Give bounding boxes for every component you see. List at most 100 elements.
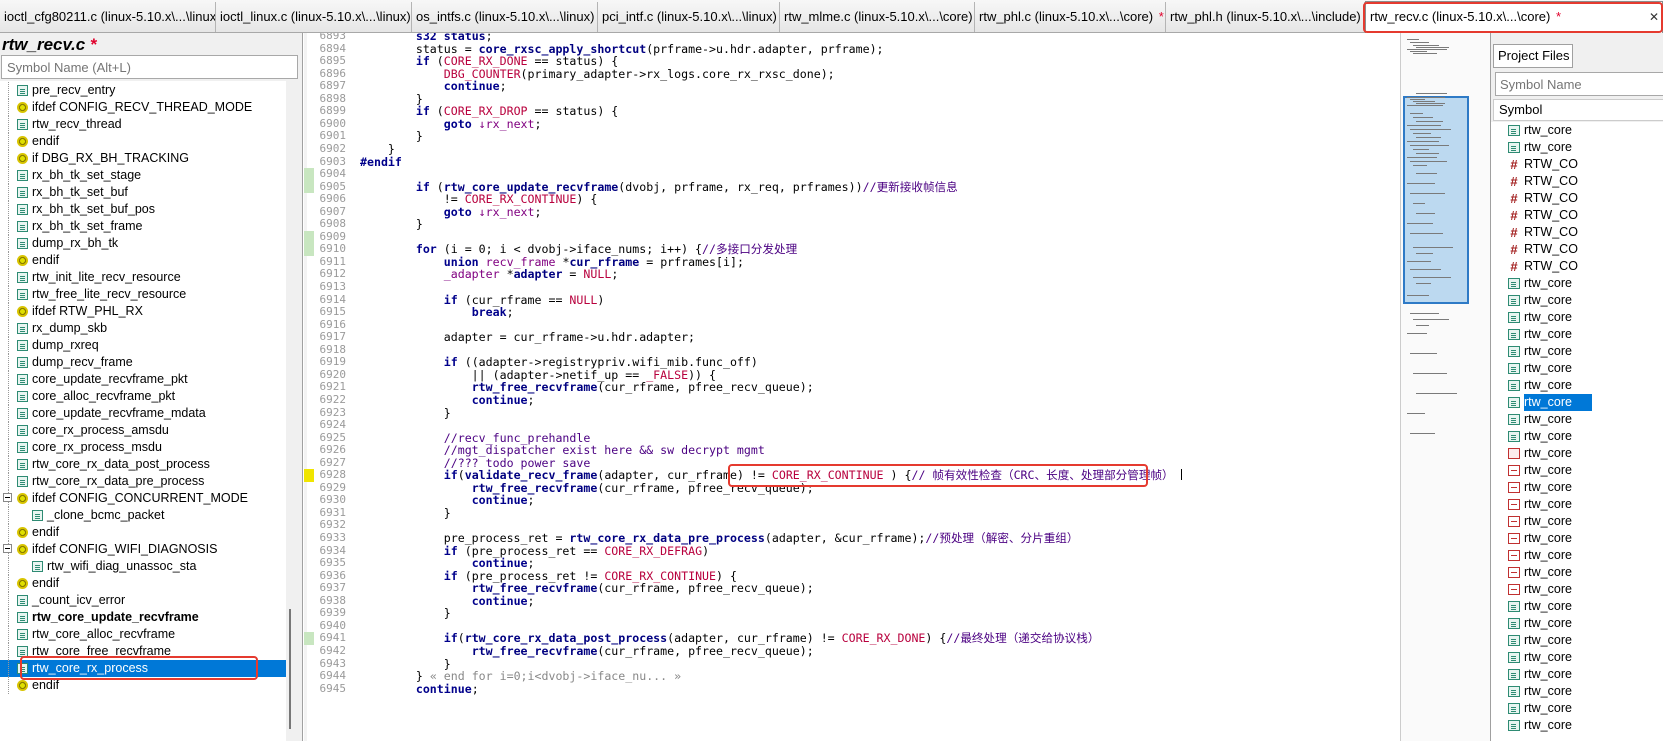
code-line[interactable]: continue; [360, 394, 535, 407]
code-line[interactable]: break; [360, 306, 514, 319]
file-tab-7[interactable]: rtw_phl.h (linux-5.10.x\...\include) [1166, 2, 1365, 32]
symbol-item[interactable]: ifdef CONFIG_WIFI_DIAGNOSIS [0, 541, 286, 558]
symbol-item[interactable]: endif [0, 133, 286, 150]
symbol-item[interactable]: endif [0, 575, 286, 592]
symbol-item[interactable]: dump_rxreq [0, 337, 286, 354]
project-symbol-item[interactable]: rtw_core [1491, 564, 1663, 581]
symbol-item[interactable]: rx_dump_skb [0, 320, 286, 337]
project-symbol-search-input[interactable] [1495, 72, 1663, 96]
symbol-search-input[interactable] [1, 55, 298, 79]
project-symbol-item[interactable]: rtw_core [1491, 394, 1663, 411]
symbol-item[interactable]: rtw_wifi_diag_unassoc_sta [0, 558, 286, 575]
code-line[interactable]: } [360, 607, 451, 620]
file-tab-2[interactable]: ioctl_linux.c (linux-5.10.x\...\linux) [216, 2, 412, 32]
tab-project-files[interactable]: Project Files [1493, 44, 1573, 68]
symbol-item[interactable]: dump_recv_frame [0, 354, 286, 371]
project-symbol-item[interactable]: rtw_core [1491, 411, 1663, 428]
symbol-item[interactable]: endif [0, 677, 286, 694]
symbol-item[interactable]: rtw_core_alloc_recvframe [0, 626, 286, 643]
project-symbol-item[interactable]: rtw_core [1491, 139, 1663, 156]
file-tab-8[interactable]: rtw_recv.c (linux-5.10.x\...\core) * ✕ [1365, 1, 1663, 33]
symbol-item[interactable]: _clone_bcmc_packet [0, 507, 286, 524]
project-symbol-item[interactable]: # RTW_CO [1491, 224, 1663, 241]
project-symbol-item[interactable]: rtw_core [1491, 122, 1663, 139]
symbol-list-scrollbar[interactable] [287, 81, 302, 741]
symbol-item[interactable]: if DBG_RX_BH_TRACKING [0, 150, 286, 167]
code-line[interactable]: pre_process_ret = rtw_core_rx_data_pre_p… [360, 532, 1079, 545]
symbol-item[interactable]: ifdef CONFIG_CONCURRENT_MODE [0, 490, 286, 507]
code-line[interactable]: continue; [360, 682, 479, 696]
symbol-item[interactable]: rtw_core_free_recvframe [0, 643, 286, 660]
symbol-item[interactable]: rx_bh_tk_set_buf_pos [0, 201, 286, 218]
project-symbol-item[interactable]: rtw_core [1491, 547, 1663, 564]
code-line[interactable]: } [360, 406, 451, 420]
code-line[interactable]: if ((adapter->registrypriv.wifi_mib.func… [360, 356, 758, 369]
project-symbol-item[interactable]: rtw_core [1491, 292, 1663, 309]
symbol-item[interactable]: rx_bh_tk_set_buf [0, 184, 286, 201]
project-symbol-item[interactable]: rtw_core [1491, 343, 1663, 360]
project-symbol-item[interactable]: rtw_core [1491, 496, 1663, 513]
project-symbol-item[interactable]: # RTW_CO [1491, 190, 1663, 207]
symbol-item[interactable]: rtw_core_rx_data_post_process [0, 456, 286, 473]
symbol-item[interactable]: endif [0, 252, 286, 269]
project-symbol-item[interactable]: rtw_core [1491, 700, 1663, 717]
code-line[interactable]: } [360, 507, 451, 520]
symbol-item[interactable]: rx_bh_tk_set_stage [0, 167, 286, 184]
project-symbol-item[interactable]: rtw_core [1491, 649, 1663, 666]
project-symbol-item[interactable]: rtw_core [1491, 326, 1663, 343]
code-line[interactable]: } « end for i=0;i<dvobj->iface_nu... » [360, 670, 681, 683]
code-line[interactable]: rtw_free_recvframe(cur_rframe, pfree_rec… [360, 645, 814, 658]
code-line[interactable]: continue; [360, 494, 535, 507]
symbol-item[interactable]: rtw_core_rx_process [0, 660, 286, 677]
symbol-item[interactable]: core_rx_process_amsdu [0, 422, 286, 439]
project-symbol-item[interactable]: rtw_core [1491, 275, 1663, 292]
scrollbar-thumb[interactable] [289, 609, 291, 729]
project-symbol-item[interactable]: rtw_core [1491, 309, 1663, 326]
code-line[interactable]: adapter = cur_rframe->u.hdr.adapter; [360, 331, 695, 344]
code-line[interactable]: continue; [360, 80, 507, 93]
symbol-item[interactable]: core_alloc_recvframe_pkt [0, 388, 286, 405]
project-symbol-item[interactable]: rtw_core [1491, 513, 1663, 530]
code-line[interactable]: rtw_free_recvframe(cur_rframe, pfree_rec… [360, 582, 814, 595]
file-tab-3[interactable]: os_intfs.c (linux-5.10.x\...\linux) [412, 2, 598, 32]
code-line[interactable]: _adapter *adapter = NULL; [360, 268, 619, 281]
code-line[interactable]: } [360, 218, 423, 231]
project-symbol-item[interactable]: rtw_core [1491, 683, 1663, 700]
project-symbol-item[interactable]: # RTW_CO [1491, 258, 1663, 275]
file-tab-6[interactable]: rtw_phl.c (linux-5.10.x\...\core) * [975, 2, 1166, 32]
file-tab-5[interactable]: rtw_mlme.c (linux-5.10.x\...\core) [780, 2, 975, 32]
file-tab-1[interactable]: ioctl_cfg80211.c (linux-5.10.x\...\linux… [0, 2, 216, 32]
overview-minimap[interactable] [1400, 33, 1490, 741]
project-symbol-item[interactable]: rtw_core [1491, 428, 1663, 445]
project-symbol-item[interactable]: rtw_core [1491, 666, 1663, 683]
project-symbol-item[interactable]: rtw_core [1491, 632, 1663, 649]
symbol-item[interactable]: core_update_recvframe_mdata [0, 405, 286, 422]
symbol-item[interactable]: rtw_recv_thread [0, 116, 286, 133]
symbol-item[interactable]: rtw_core_update_recvframe [0, 609, 286, 626]
symbol-item[interactable]: rx_bh_tk_set_frame [0, 218, 286, 235]
symbol-item[interactable]: rtw_core_rx_data_pre_process [0, 473, 286, 490]
project-symbol-item[interactable]: rtw_core [1491, 717, 1663, 734]
symbol-item[interactable]: _count_icv_error [0, 592, 286, 609]
symbol-item[interactable]: endif [0, 524, 286, 541]
collapse-icon[interactable] [3, 544, 12, 553]
project-symbol-item[interactable]: # RTW_CO [1491, 173, 1663, 190]
symbol-item[interactable]: dump_rx_bh_tk [0, 235, 286, 252]
project-symbol-item[interactable]: rtw_core [1491, 445, 1663, 462]
symbol-item[interactable]: pre_recv_entry [0, 82, 286, 99]
symbol-item[interactable]: rtw_init_lite_recv_resource [0, 269, 286, 286]
code-editor[interactable]: 6893 s32 status; 6894 status = core_rxsc_… [304, 33, 1400, 741]
project-symbol-item[interactable]: # RTW_CO [1491, 241, 1663, 258]
file-tab-4[interactable]: pci_intf.c (linux-5.10.x\...\linux) [598, 2, 780, 32]
project-symbol-item[interactable]: rtw_core [1491, 598, 1663, 615]
symbol-item[interactable]: ifdef RTW_PHL_RX [0, 303, 286, 320]
symbol-item[interactable]: core_rx_process_msdu [0, 439, 286, 456]
project-symbol-item[interactable]: rtw_core [1491, 615, 1663, 632]
project-symbol-item[interactable]: # RTW_CO [1491, 156, 1663, 173]
project-symbol-item[interactable]: rtw_core [1491, 462, 1663, 479]
symbol-item[interactable]: core_update_recvframe_pkt [0, 371, 286, 388]
symbol-item[interactable]: ifdef CONFIG_RECV_THREAD_MODE [0, 99, 286, 116]
symbol-item[interactable]: rtw_free_lite_recv_resource [0, 286, 286, 303]
minimap-viewport[interactable] [1403, 96, 1469, 304]
project-symbol-item[interactable]: rtw_core [1491, 530, 1663, 547]
